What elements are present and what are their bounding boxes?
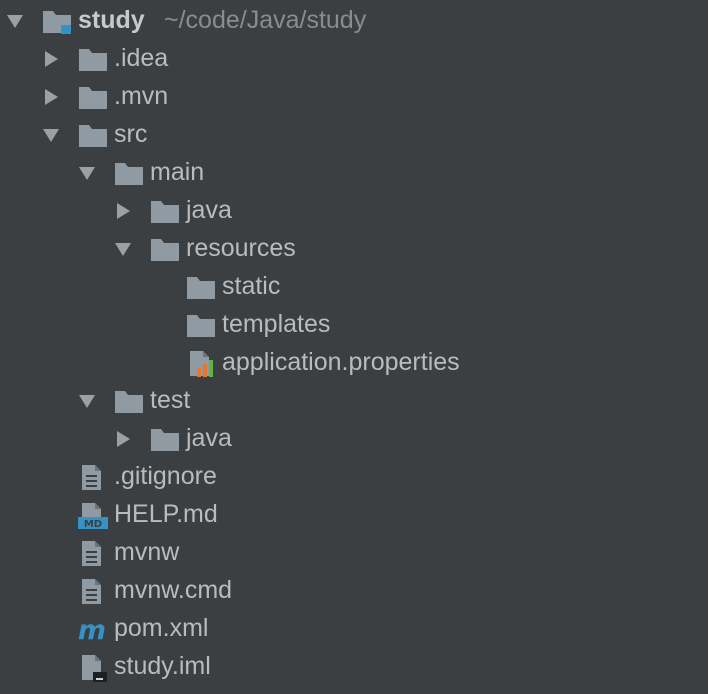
tree-item-label: mvnw.cmd xyxy=(114,576,233,604)
tree-item-label: templates xyxy=(222,310,331,338)
tree-item-label: resources xyxy=(186,234,296,262)
tree-item-label: src xyxy=(114,120,148,148)
tree-row-study[interactable]: study ~/code/Java/study xyxy=(0,1,708,39)
tree-row-mvn[interactable]: .mvn xyxy=(0,77,708,115)
module-folder-icon xyxy=(41,6,73,36)
tree-item-label: java xyxy=(186,196,232,224)
folder-icon xyxy=(77,120,109,150)
collapse-arrow-icon[interactable] xyxy=(114,430,132,448)
tree-row-study-iml[interactable]: study.iml xyxy=(0,647,708,685)
folder-icon xyxy=(149,196,181,226)
svg-text:m: m xyxy=(78,615,106,644)
tree-item-label: static xyxy=(222,272,281,300)
tree-item-label: HELP.md xyxy=(114,500,218,528)
expand-arrow-icon[interactable] xyxy=(42,126,60,144)
tree-row-src[interactable]: src xyxy=(0,115,708,153)
tree-item-label: .gitignore xyxy=(114,462,217,490)
svg-text:MD: MD xyxy=(84,519,102,530)
tree-row-static[interactable]: static xyxy=(0,267,708,305)
folder-icon xyxy=(77,82,109,112)
expand-arrow-icon[interactable] xyxy=(78,392,96,410)
tree-row-main-java[interactable]: java xyxy=(0,191,708,229)
tree-item-label: java xyxy=(186,424,232,452)
folder-icon xyxy=(149,234,181,264)
collapse-arrow-icon[interactable] xyxy=(114,202,132,220)
tree-item-label: application.properties xyxy=(222,348,460,376)
properties-file-icon xyxy=(185,348,217,378)
expand-arrow-icon[interactable] xyxy=(6,12,24,30)
tree-row-mvnw-cmd[interactable]: mvnw.cmd xyxy=(0,571,708,609)
text-file-icon xyxy=(77,576,109,606)
tree-row-test[interactable]: test xyxy=(0,381,708,419)
tree-item-label: study.iml xyxy=(114,652,211,680)
folder-icon xyxy=(113,386,145,416)
folder-icon xyxy=(113,158,145,188)
tree-item-label: .idea xyxy=(114,44,169,72)
tree-row-idea[interactable]: .idea xyxy=(0,39,708,77)
folder-icon xyxy=(185,272,217,302)
iml-file-icon xyxy=(77,652,109,682)
tree-row-resources[interactable]: resources xyxy=(0,229,708,267)
tree-row-templates[interactable]: templates xyxy=(0,305,708,343)
text-file-icon xyxy=(77,462,109,492)
folder-icon xyxy=(149,424,181,454)
expand-arrow-icon[interactable] xyxy=(78,164,96,182)
project-tree: study ~/code/Java/study .idea .mvn src m… xyxy=(0,0,708,694)
tree-row-pom-xml[interactable]: m pom.xml xyxy=(0,609,708,647)
expand-arrow-icon[interactable] xyxy=(114,240,132,258)
project-root-label: study xyxy=(78,6,145,34)
tree-row-test-java[interactable]: java xyxy=(0,419,708,457)
tree-item-label: mvnw xyxy=(114,538,180,566)
tree-row-gitignore[interactable]: .gitignore xyxy=(0,457,708,495)
tree-row-help-md[interactable]: MD HELP.md xyxy=(0,495,708,533)
tree-row-application-properties[interactable]: application.properties xyxy=(0,343,708,381)
tree-row-main[interactable]: main xyxy=(0,153,708,191)
tree-item-label: main xyxy=(150,158,205,186)
project-path-label: ~/code/Java/study xyxy=(164,6,367,34)
collapse-arrow-icon[interactable] xyxy=(42,50,60,68)
tree-row-mvnw[interactable]: mvnw xyxy=(0,533,708,571)
folder-icon xyxy=(185,310,217,340)
folder-icon xyxy=(77,44,109,74)
collapse-arrow-icon[interactable] xyxy=(42,88,60,106)
markdown-file-icon: MD xyxy=(77,500,109,530)
text-file-icon xyxy=(77,538,109,568)
tree-item-label: .mvn xyxy=(114,82,169,110)
tree-item-label: pom.xml xyxy=(114,614,209,642)
maven-icon: m xyxy=(77,614,109,644)
tree-item-label: test xyxy=(150,386,191,414)
